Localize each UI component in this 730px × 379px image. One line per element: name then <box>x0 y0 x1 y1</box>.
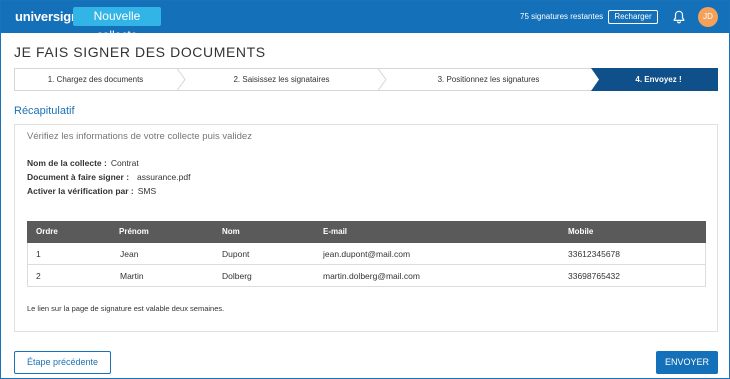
cell-order: 1 <box>36 249 41 259</box>
instruction: Vérifiez les informations de votre colle… <box>27 131 252 142</box>
cell-firstname: Martin <box>120 271 144 281</box>
step-4[interactable]: 4. Envoyez ! <box>599 68 718 91</box>
logo[interactable]: universign <box>15 9 79 24</box>
previous-step-button[interactable]: Étape précédente <box>14 351 111 374</box>
reload-button[interactable]: Recharger <box>608 10 658 24</box>
cell-email: martin.dolberg@mail.com <box>323 271 420 281</box>
field-value: SMS <box>137 186 157 196</box>
col-firstname: Prénom <box>119 227 149 236</box>
cell-lastname: Dupont <box>222 249 250 259</box>
col-mobile: Mobile <box>568 227 594 236</box>
table-header: Ordre Prénom Nom E-mail Mobile <box>27 221 706 243</box>
field-label: Nom de la collecte : <box>27 158 107 168</box>
cell-mobile: 33612345678 <box>568 249 621 259</box>
top-bar: universign Nouvelle collecte 75 signatur… <box>1 1 729 42</box>
verification-field: Activer la vérification par : SMS <box>27 186 156 196</box>
col-email: E-mail <box>323 227 348 236</box>
field-label: Document à faire signer : <box>27 172 130 182</box>
field-value: assurance.pdf <box>137 172 191 182</box>
col-order: Ordre <box>36 227 58 236</box>
app-window: universign Nouvelle collecte 75 signatur… <box>0 0 730 379</box>
step-1[interactable]: 1. Chargez des documents <box>14 68 177 91</box>
step-2[interactable]: 2. Saisissez les signataires <box>185 68 378 91</box>
step-3[interactable]: 3. Positionnez les signatures <box>386 68 591 91</box>
cell-lastname: Dolberg <box>222 271 252 281</box>
recap-panel: Vérifiez les informations de votre colle… <box>14 124 718 332</box>
page-title: JE FAIS SIGNER DES DOCUMENTS <box>14 44 266 60</box>
document-field: Document à faire signer : assurance.pdf <box>27 172 190 182</box>
send-button[interactable]: ENVOYER <box>656 351 718 374</box>
avatar[interactable]: JD <box>698 7 718 27</box>
stepper: 1. Chargez des documents 2. Saisissez le… <box>14 68 718 91</box>
col-lastname: Nom <box>222 227 240 236</box>
bell-icon[interactable] <box>672 10 686 24</box>
field-value: Contrat <box>110 158 139 168</box>
field-label: Activer la vérification par : <box>27 186 134 196</box>
cell-mobile: 33698765432 <box>568 271 621 281</box>
signers-table: Ordre Prénom Nom E-mail Mobile 1 Jean Du… <box>27 221 706 287</box>
new-collect-button[interactable]: Nouvelle collecte <box>73 7 161 42</box>
cell-firstname: Jean <box>120 249 139 259</box>
recap-title: Récapitulatif <box>14 105 75 117</box>
collect-name-field: Nom de la collecte : Contrat <box>27 158 139 168</box>
cell-email: jean.dupont@mail.com <box>323 249 411 259</box>
table-row: 2 Martin Dolberg martin.dolberg@mail.com… <box>27 265 706 287</box>
validity-note: Le lien sur la page de signature est val… <box>27 304 225 313</box>
table-row: 1 Jean Dupont jean.dupont@mail.com 33612… <box>27 243 706 265</box>
cell-order: 2 <box>36 271 41 281</box>
signatures-remaining: 75 signatures restantes <box>520 12 604 21</box>
